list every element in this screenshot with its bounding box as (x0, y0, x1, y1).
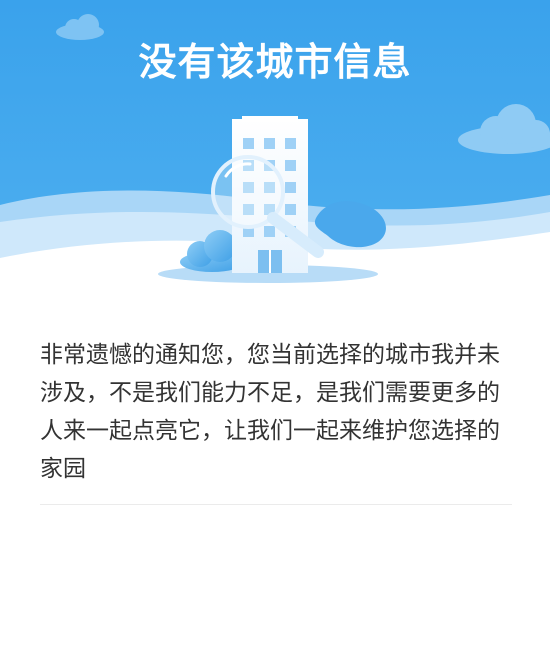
hero-banner: 没有该城市信息 (0, 0, 550, 300)
divider (40, 504, 512, 505)
page-title: 没有该城市信息 (138, 40, 412, 84)
no-city-info-page: 没有该城市信息 非常遗憾的通知您，您当前选择的城市我并未涉及，不是我们能力不足，… (0, 0, 550, 650)
notice-message: 非常遗憾的通知您，您当前选择的城市我并未涉及，不是我们能力不足，是我们需要更多的… (40, 342, 500, 482)
